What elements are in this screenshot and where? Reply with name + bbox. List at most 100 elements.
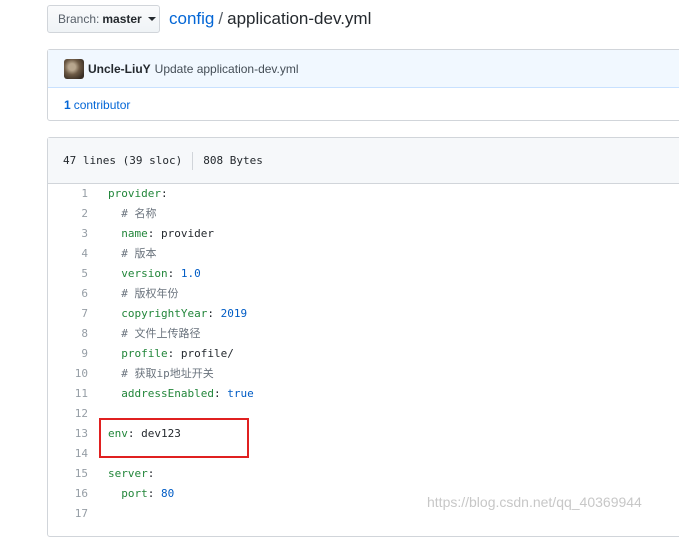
line-number[interactable]: 10 (48, 364, 88, 384)
line-number[interactable]: 13 (48, 424, 88, 444)
yaml-value: true (227, 387, 254, 400)
file-viewer: 47 lines (39 sloc) 808 Bytes 1 provider: 2… (47, 137, 679, 537)
yaml-value: 2019 (220, 307, 248, 320)
line-number[interactable]: 14 (48, 444, 88, 464)
line-number[interactable]: 11 (48, 384, 88, 404)
code-line: 11 addressEnabled: true (48, 384, 679, 404)
line-content: # 名称 (88, 204, 157, 224)
line-content: profile: profile/ (88, 344, 234, 364)
commit-info-bar: Uncle-LiuY Update application-dev.yml (48, 50, 679, 88)
yaml-key: server (108, 467, 148, 480)
file-size: 808 Bytes (203, 154, 263, 167)
yaml-comment: # 文件上传路径 (121, 327, 201, 340)
yaml-value: 80 (161, 487, 175, 500)
yaml-colon: : (147, 487, 161, 500)
line-content: # 获取ip地址开关 (88, 364, 214, 384)
yaml-comment: # 版权年份 (121, 287, 179, 300)
yaml-key: port (121, 487, 148, 500)
line-content: provider: (88, 184, 168, 204)
yaml-colon: : (167, 347, 181, 360)
yaml-key: addressEnabled (121, 387, 214, 400)
contributors-link[interactable]: 1 contributor (48, 88, 679, 122)
watermark-text: https://blog.csdn.net/qq_40369944 (427, 494, 642, 510)
line-number[interactable]: 3 (48, 224, 88, 244)
header-divider (192, 151, 194, 170)
yaml-colon: : (213, 387, 228, 400)
branch-select-button[interactable]: Branch: master (47, 5, 160, 33)
line-content: copyrightYear: 2019 (88, 304, 247, 324)
code-line: 7 copyrightYear: 2019 (48, 304, 679, 324)
contributor-label: contributor (73, 98, 131, 112)
line-number[interactable]: 7 (48, 304, 88, 324)
yaml-comment: # 获取ip地址开关 (121, 367, 214, 380)
yaml-colon: : (147, 467, 155, 480)
file-header: 47 lines (39 sloc) 808 Bytes (48, 138, 679, 184)
code-line: 1 provider: (48, 184, 679, 204)
yaml-value: 1.0 (180, 267, 201, 280)
line-content: name: provider (88, 224, 214, 244)
yaml-colon: : (207, 307, 221, 320)
line-content: # 版权年份 (88, 284, 179, 304)
code-line: 8 # 文件上传路径 (48, 324, 679, 344)
line-content: # 文件上传路径 (88, 324, 201, 344)
yaml-value: profile/ (180, 347, 234, 360)
code-line: 15 server: (48, 464, 679, 484)
highlight-annotation-box (99, 418, 249, 458)
code-line: 5 version: 1.0 (48, 264, 679, 284)
yaml-key: provider (108, 187, 161, 200)
yaml-colon: : (147, 227, 161, 240)
line-number[interactable]: 12 (48, 404, 88, 424)
line-number[interactable]: 4 (48, 244, 88, 264)
commit-message-link[interactable]: Update application-dev.yml (155, 62, 299, 76)
code-line: 3 name: provider (48, 224, 679, 244)
line-number[interactable]: 5 (48, 264, 88, 284)
line-content: # 版本 (88, 244, 157, 264)
breadcrumb-separator: / (218, 9, 224, 28)
line-number[interactable]: 9 (48, 344, 88, 364)
line-number[interactable]: 1 (48, 184, 88, 204)
line-number[interactable]: 2 (48, 204, 88, 224)
line-number[interactable]: 17 (48, 504, 88, 524)
yaml-comment: # 名称 (121, 207, 157, 220)
code-line: 4 # 版本 (48, 244, 679, 264)
line-number[interactable]: 6 (48, 284, 88, 304)
yaml-colon: : (160, 187, 168, 200)
commit-author-link[interactable]: Uncle-LiuY (88, 62, 151, 76)
breadcrumb: config / application-dev.yml (169, 8, 371, 30)
branch-value: master (102, 12, 142, 26)
author-avatar[interactable] (64, 58, 84, 79)
yaml-key: version (121, 267, 168, 280)
line-number[interactable]: 16 (48, 484, 88, 504)
line-content (88, 504, 108, 524)
breadcrumb-repo-link[interactable]: config (169, 9, 214, 28)
line-content: version: 1.0 (88, 264, 201, 284)
code-line: 6 # 版权年份 (48, 284, 679, 304)
line-content: port: 80 (88, 484, 174, 504)
file-line-count: 47 lines (39 sloc) (63, 154, 183, 167)
line-number[interactable]: 8 (48, 324, 88, 344)
code-line: 10 # 获取ip地址开关 (48, 364, 679, 384)
breadcrumb-file-name: application-dev.yml (227, 9, 372, 28)
contributor-count: 1 (64, 98, 71, 112)
yaml-key: profile (121, 347, 168, 360)
line-number[interactable]: 15 (48, 464, 88, 484)
line-content: server: (88, 464, 154, 484)
latest-commit-box: Uncle-LiuY Update application-dev.yml 1 … (47, 49, 679, 121)
yaml-value: provider (161, 227, 214, 240)
yaml-comment: # 版本 (121, 247, 157, 260)
line-content: addressEnabled: true (88, 384, 254, 404)
yaml-colon: : (167, 267, 181, 280)
code-block: 1 provider: 2 # 名称 3 name: provider 4 # 版本 5 … (48, 183, 679, 524)
branch-label: Branch: (58, 12, 100, 26)
